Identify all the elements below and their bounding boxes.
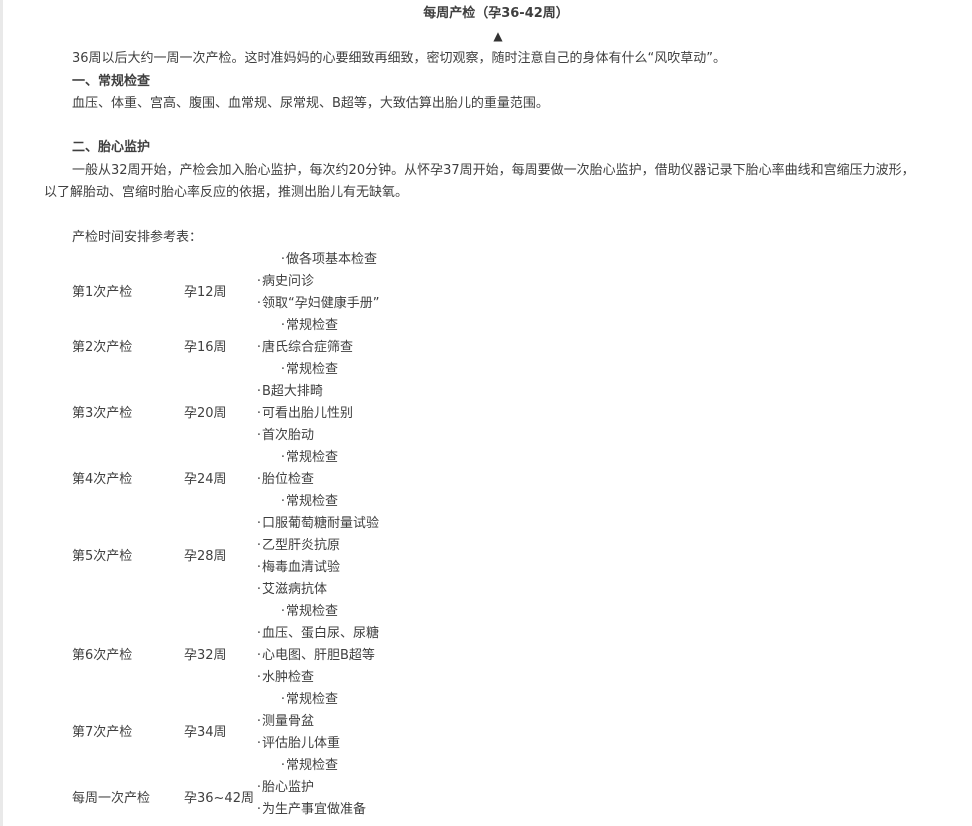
- schedule-round: 第7次产检: [72, 725, 133, 740]
- section-heading-fetal-monitor: 二、胎心监护: [72, 140, 151, 155]
- schedule-round: 第5次产检: [72, 549, 133, 564]
- schedule-item-text: 首次胎动: [262, 428, 315, 443]
- schedule-item: ·常规检查: [280, 601, 338, 623]
- schedule-item-text: 常规检查: [286, 362, 339, 377]
- schedule-week: 孕20周: [184, 406, 227, 421]
- schedule-week: 孕24周: [184, 472, 227, 487]
- schedule-week: 孕34周: [184, 725, 227, 740]
- schedule-item: ·B超大排畸: [256, 381, 323, 403]
- up-triangle-icon: ▲: [493, 29, 503, 43]
- schedule-round: 第1次产检: [72, 285, 133, 300]
- schedule-row: 每周一次产检 孕36~42周 ·常规检查 ·胎心监护 ·为生产事宜做准备: [0, 755, 972, 821]
- schedule-item-text: 口服葡萄糖耐量试验: [262, 516, 380, 531]
- schedule-week: 孕16周: [184, 340, 227, 355]
- schedule-item: ·常规检查: [280, 689, 338, 711]
- schedule-round: 每周一次产检: [72, 791, 151, 806]
- schedule-week: 孕36~42周: [184, 791, 254, 806]
- schedule-item: ·胎位检查: [256, 469, 314, 491]
- schedule-item-text: 病史问诊: [262, 274, 315, 289]
- schedule-item-text: 常规检查: [286, 318, 339, 333]
- section-body-fetal-monitor: 一般从32周开始，产检会加入胎心监护，每次约20分钟。从怀孕37周开始，每周要做…: [44, 163, 915, 200]
- schedule-item: ·心电图、肝胆B超等: [256, 645, 375, 667]
- schedule-item-text: 艾滋病抗体: [262, 582, 328, 597]
- schedule-item-text: 常规检查: [286, 450, 339, 465]
- schedule-item: ·唐氏综合症筛查: [256, 337, 353, 359]
- schedule-item: ·常规检查: [280, 447, 338, 469]
- schedule-week: 孕32周: [184, 648, 227, 663]
- schedule-row: 第5次产检 孕28周 ·常规检查 ·口服葡萄糖耐量试验 ·乙型肝炎抗原 ·梅毒血清试验 ·艾…: [0, 491, 972, 601]
- schedule-caption: 产检时间安排参考表：: [72, 230, 203, 245]
- schedule-item-text: 常规检查: [286, 758, 339, 773]
- schedule-item: ·常规检查: [280, 315, 338, 337]
- schedule-item: ·血压、蛋白尿、尿糖: [256, 623, 379, 645]
- schedule-item: ·常规检查: [280, 359, 338, 381]
- schedule-item: ·评估胎儿体重: [256, 733, 340, 755]
- schedule-item-text: 做各项基本检查: [286, 252, 378, 267]
- schedule-item: ·艾滋病抗体: [256, 579, 327, 601]
- schedule-item: ·胎心监护: [256, 777, 314, 799]
- schedule-item: ·病史问诊: [256, 271, 314, 293]
- schedule-week: 孕12周: [184, 285, 227, 300]
- schedule-item-text: 胎位检查: [262, 472, 315, 487]
- schedule-item-text: 常规检查: [286, 494, 339, 509]
- schedule-item-text: 唐氏综合症筛查: [262, 340, 354, 355]
- section-heading-routine: 一、常规检查: [72, 74, 151, 89]
- schedule-week: 孕28周: [184, 549, 227, 564]
- schedule-round: 第3次产检: [72, 406, 133, 421]
- schedule-row: 第6次产检 孕32周 ·常规检查 ·血压、蛋白尿、尿糖 ·心电图、肝胆B超等 ·水肿检查: [0, 601, 972, 689]
- schedule-item: ·水肿检查: [256, 667, 314, 689]
- schedule-item-text: 常规检查: [286, 692, 339, 707]
- schedule-item: ·常规检查: [280, 755, 338, 777]
- schedule-item: ·做各项基本检查: [280, 249, 377, 271]
- schedule-item-text: 梅毒血清试验: [262, 560, 341, 575]
- schedule-item-text: 常规检查: [286, 604, 339, 619]
- schedule-item-text: 可看出胎儿性别: [262, 406, 354, 421]
- schedule-row: 第7次产检 孕34周 ·常规检查 ·测量骨盆 ·评估胎儿体重: [0, 689, 972, 755]
- schedule-item: ·测量骨盆: [256, 711, 314, 733]
- section-body-routine: 血压、体重、宫高、腹围、血常规、尿常规、B超等，大致估算出胎儿的重量范围。: [72, 96, 549, 111]
- schedule-item: ·首次胎动: [256, 425, 314, 447]
- schedule-item-text: 胎心监护: [262, 780, 315, 795]
- schedule-item-text: 乙型肝炎抗原: [262, 538, 341, 553]
- schedule-item-text: B超大排畸: [262, 384, 323, 399]
- schedule-item: ·口服葡萄糖耐量试验: [256, 513, 379, 535]
- schedule-item-text: 血压、蛋白尿、尿糖: [262, 626, 380, 641]
- schedule-item: ·乙型肝炎抗原: [256, 535, 340, 557]
- schedule-item-text: 领取“孕妇健康手册”: [262, 296, 380, 311]
- schedule-row: 第4次产检 孕24周 ·常规检查 ·胎位检查: [0, 447, 972, 491]
- schedule-round: 第2次产检: [72, 340, 133, 355]
- schedule-item: ·为生产事宜做准备: [256, 799, 366, 821]
- schedule-item-text: 评估胎儿体重: [262, 736, 341, 751]
- schedule-item-text: 水肿检查: [262, 670, 315, 685]
- schedule-round: 第4次产检: [72, 472, 133, 487]
- schedule-item-text: 测量骨盆: [262, 714, 315, 729]
- intro-paragraph: 36周以后大约一周一次产检。这时准妈妈的心要细致再细致，密切观察，随时注意自己的…: [72, 51, 727, 66]
- schedule-row: 第3次产检 孕20周 ·常规检查 ·B超大排畸 ·可看出胎儿性别 ·首次胎动: [0, 359, 972, 447]
- schedule-round: 第6次产检: [72, 648, 133, 663]
- page-title: 每周产检（孕36-42周）: [423, 6, 569, 21]
- schedule-item-text: 心电图、肝胆B超等: [262, 648, 375, 663]
- schedule-item: ·梅毒血清试验: [256, 557, 340, 579]
- schedule-row: 第1次产检 孕12周 ·做各项基本检查 ·病史问诊 ·领取“孕妇健康手册”: [0, 249, 972, 315]
- schedule-row: 第2次产检 孕16周 ·常规检查 ·唐氏综合症筛查: [0, 315, 972, 359]
- schedule-item-text: 为生产事宜做准备: [262, 802, 367, 817]
- schedule-item: ·领取“孕妇健康手册”: [256, 293, 380, 315]
- schedule-item: ·可看出胎儿性别: [256, 403, 353, 425]
- schedule-item: ·常规检查: [280, 491, 338, 513]
